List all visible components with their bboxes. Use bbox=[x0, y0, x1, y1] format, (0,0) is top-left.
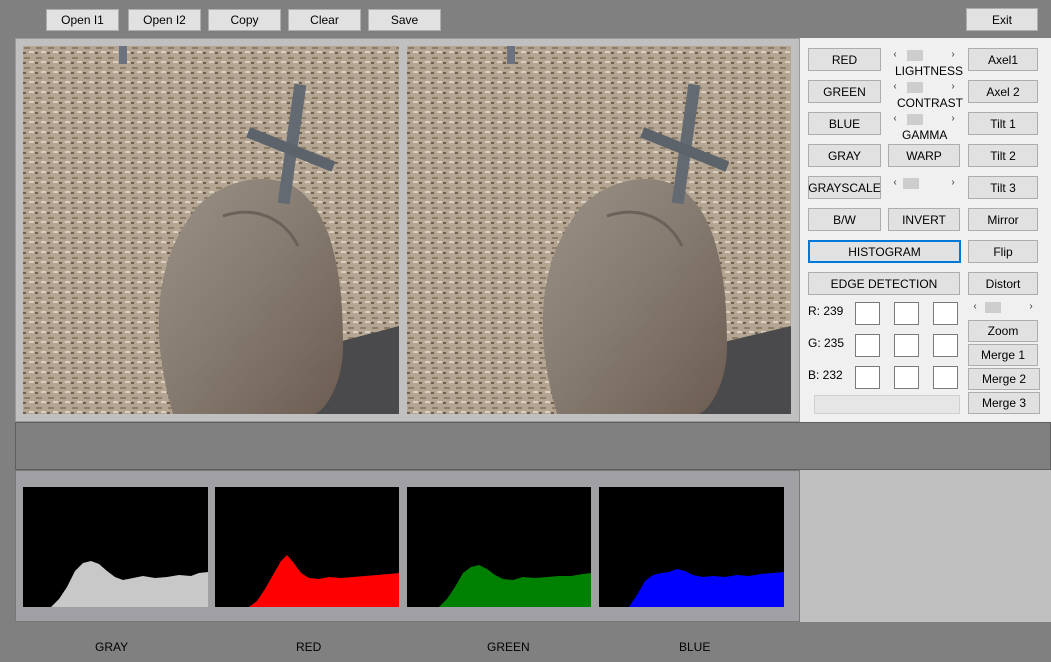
grayscale-slider[interactable]: ‹ › bbox=[888, 176, 960, 190]
green-value-label: G: 235 bbox=[808, 336, 845, 350]
image2-photo bbox=[407, 46, 791, 414]
red-value-label: R: 239 bbox=[808, 304, 844, 318]
green-button[interactable]: GREEN bbox=[808, 80, 881, 103]
contrast-slider[interactable]: ‹ › bbox=[888, 80, 960, 94]
grayscale-slider-thumb[interactable] bbox=[903, 178, 919, 189]
blue-histogram-area bbox=[629, 569, 784, 607]
tilt3-button[interactable]: Tilt 3 bbox=[968, 176, 1038, 199]
distort-button[interactable]: Distort bbox=[968, 272, 1038, 295]
zoom-slider[interactable]: ‹ › bbox=[968, 300, 1038, 314]
save-button[interactable]: Save bbox=[368, 9, 441, 31]
lightness-slider[interactable]: ‹ › bbox=[888, 48, 960, 62]
invert-button[interactable]: INVERT bbox=[888, 208, 960, 231]
chevron-left-icon[interactable]: ‹ bbox=[889, 49, 901, 61]
chevron-left-icon[interactable]: ‹ bbox=[969, 301, 981, 313]
swatch-g1 bbox=[855, 334, 880, 357]
contrast-slider-thumb[interactable] bbox=[907, 82, 923, 93]
green-hist-label: GREEN bbox=[487, 640, 530, 654]
gray-histogram-area bbox=[51, 561, 208, 607]
tilt1-button[interactable]: Tilt 1 bbox=[968, 112, 1038, 135]
open-image1-button[interactable]: Open I1 bbox=[46, 9, 119, 31]
chevron-left-icon[interactable]: ‹ bbox=[889, 177, 901, 189]
merge1-button[interactable]: Merge 1 bbox=[968, 344, 1038, 366]
swatch-g2 bbox=[894, 334, 919, 357]
swatch-r1 bbox=[855, 302, 880, 325]
axel1-button[interactable]: Axel1 bbox=[968, 48, 1038, 71]
chevron-right-icon[interactable]: › bbox=[947, 81, 959, 93]
gamma-slider-thumb[interactable] bbox=[907, 114, 923, 125]
mirror-button[interactable]: Mirror bbox=[968, 208, 1038, 231]
swatch-b1 bbox=[855, 366, 880, 389]
open-image2-button[interactable]: Open I2 bbox=[128, 9, 201, 31]
blue-hist-label: BLUE bbox=[679, 640, 711, 654]
swatch-r3 bbox=[933, 302, 958, 325]
green-histogram-area bbox=[439, 565, 591, 607]
chevron-left-icon[interactable]: ‹ bbox=[889, 81, 901, 93]
swatch-g3 bbox=[933, 334, 958, 357]
red-histogram bbox=[215, 487, 399, 607]
clear-button[interactable]: Clear bbox=[288, 9, 361, 31]
chevron-left-icon[interactable]: ‹ bbox=[889, 113, 901, 125]
middle-strip bbox=[15, 422, 1051, 470]
merge2-button[interactable]: Merge 2 bbox=[968, 368, 1040, 390]
chevron-right-icon[interactable]: › bbox=[947, 177, 959, 189]
gray-button[interactable]: GRAY bbox=[808, 144, 881, 167]
lightness-label: LIGHTNESS bbox=[895, 64, 964, 78]
blue-value-label: B: 232 bbox=[808, 368, 843, 382]
image1-view[interactable] bbox=[23, 46, 399, 414]
status-field bbox=[814, 395, 960, 414]
gamma-label: GAMMA bbox=[902, 128, 948, 142]
lightness-slider-thumb[interactable] bbox=[907, 50, 923, 61]
blue-button[interactable]: BLUE bbox=[808, 112, 881, 135]
gamma-slider[interactable]: ‹ › bbox=[888, 112, 960, 126]
green-histogram bbox=[407, 487, 591, 607]
blue-histogram bbox=[599, 487, 784, 607]
exit-button[interactable]: Exit bbox=[966, 8, 1038, 31]
edge-detection-button[interactable]: EDGE DETECTION bbox=[808, 272, 960, 295]
chevron-right-icon[interactable]: › bbox=[947, 113, 959, 125]
swatch-r2 bbox=[894, 302, 919, 325]
histogram-button[interactable]: HISTOGRAM bbox=[808, 240, 961, 263]
image1-photo bbox=[23, 46, 399, 414]
flip-button[interactable]: Flip bbox=[968, 240, 1038, 263]
bw-button[interactable]: B/W bbox=[808, 208, 881, 231]
grayscale-button[interactable]: GRAYSCALE bbox=[808, 176, 881, 199]
axel2-button[interactable]: Axel 2 bbox=[968, 80, 1038, 103]
zoom-slider-thumb[interactable] bbox=[985, 302, 1001, 313]
red-hist-label: RED bbox=[296, 640, 322, 654]
gray-hist-label: GRAY bbox=[95, 640, 129, 654]
warp-button[interactable]: WARP bbox=[888, 144, 960, 167]
red-histogram-area bbox=[249, 555, 399, 607]
swatch-b3 bbox=[933, 366, 958, 389]
contrast-label: CONTRAST bbox=[897, 96, 963, 110]
red-button[interactable]: RED bbox=[808, 48, 881, 71]
chevron-right-icon[interactable]: › bbox=[1025, 301, 1037, 313]
swatch-b2 bbox=[894, 366, 919, 389]
copy-button[interactable]: Copy bbox=[208, 9, 281, 31]
zoom-button[interactable]: Zoom bbox=[968, 320, 1038, 342]
chevron-right-icon[interactable]: › bbox=[947, 49, 959, 61]
merge3-button[interactable]: Merge 3 bbox=[968, 392, 1040, 414]
tilt2-button[interactable]: Tilt 2 bbox=[968, 144, 1038, 167]
histogram-side-panel bbox=[800, 470, 1051, 622]
image2-view[interactable] bbox=[407, 46, 791, 414]
gray-histogram bbox=[23, 487, 208, 607]
